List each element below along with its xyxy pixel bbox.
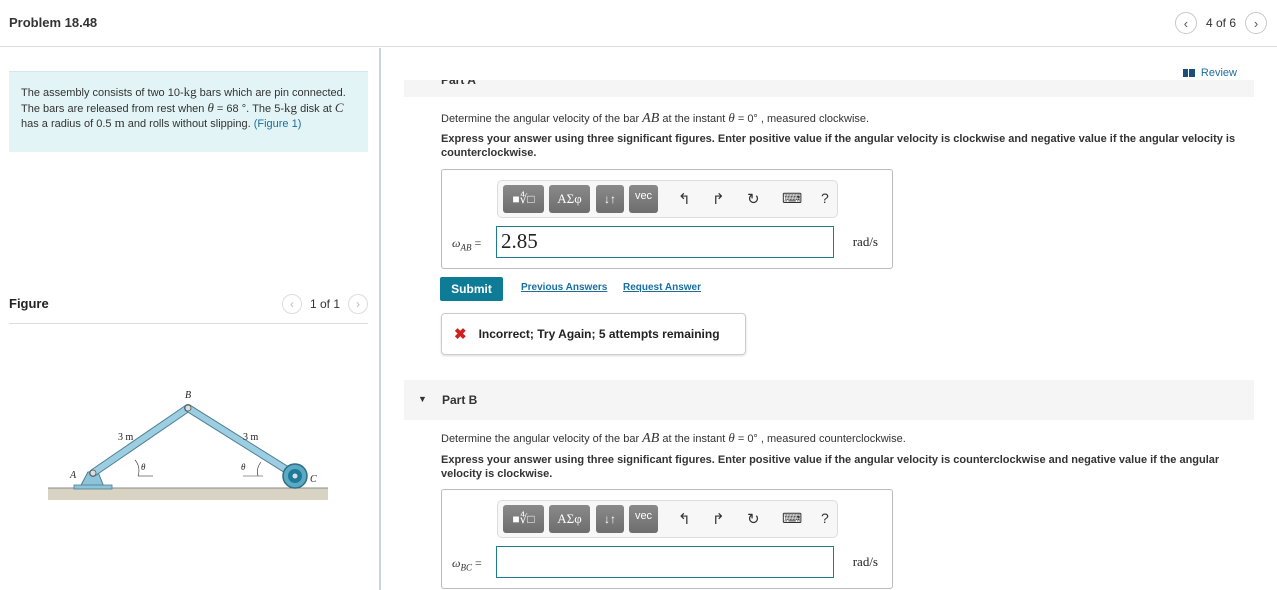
theta-arc-right (257, 461, 262, 477)
part-b-header[interactable]: ▼ Part B (404, 380, 1254, 420)
part-b-answer-box: ■∜□ ΑΣφ ↓↑ vec ↰ ↱ ↻ ⌨ ? ωBC = rad/s (441, 489, 893, 589)
part-a-answer-input[interactable]: 2.85 (496, 226, 834, 258)
label-length-bc: 3 m (243, 432, 259, 443)
part-a-header[interactable]: Part A (404, 80, 1254, 97)
feedback-message: ✖ Incorrect; Try Again; 5 attempts remai… (441, 313, 746, 355)
incorrect-x-icon: ✖ (454, 326, 467, 343)
problem-nav: ‹ 4 of 6 › (1174, 12, 1267, 34)
redo-icon[interactable]: ↱ (712, 510, 725, 528)
top-bar: Problem 18.48 ‹ 4 of 6 › (0, 0, 1277, 47)
templates-icon: ■∜□ (512, 512, 535, 526)
part-b-answer-input[interactable] (496, 546, 834, 578)
part-b-unit: rad/s (852, 554, 878, 569)
request-answer-link[interactable]: Request Answer (623, 282, 701, 293)
up-down-arrows-icon: ↓↑ (604, 512, 616, 526)
greek-symbols-button[interactable]: ΑΣφ (549, 505, 590, 533)
pin-b (184, 404, 192, 412)
label-a: A (69, 470, 77, 481)
figure-header: Figure ‹ 1 of 1 › (9, 294, 368, 324)
undo-icon[interactable]: ↰ (678, 190, 691, 208)
templates-icon: ■∜□ (512, 192, 535, 206)
vector-button[interactable]: vec (629, 185, 658, 213)
chevron-right-icon: › (1253, 15, 1259, 31)
label-c: C (310, 474, 317, 485)
label-theta-left: θ (141, 462, 146, 472)
part-b-question: Determine the angular velocity of the ba… (441, 430, 906, 446)
part-b-instructions: Express your answer using three signific… (441, 454, 1220, 480)
prev-figure-button[interactable]: ‹ (281, 294, 302, 314)
problem-counter: 4 of 6 (1205, 16, 1236, 30)
part-a-instructions: Express your answer using three signific… (441, 133, 1236, 159)
chevron-left-icon: ‹ (1183, 15, 1189, 31)
previous-answers-link[interactable]: Previous Answers (521, 282, 607, 293)
review-link[interactable]: Review (1182, 67, 1237, 79)
prev-problem-button[interactable]: ‹ (1174, 12, 1197, 34)
label-theta-right: θ (241, 462, 246, 472)
undo-icon[interactable]: ↰ (678, 510, 691, 528)
left-pane: The assembly consists of two 10-kg bars … (0, 48, 380, 590)
help-icon[interactable]: ? (821, 510, 829, 526)
math-toolbar: ■∜□ ΑΣφ ↓↑ vec ↰ ↱ ↻ ⌨ ? (497, 180, 838, 218)
problem-title: Problem 18.48 (9, 15, 98, 30)
chevron-right-icon: › (356, 297, 360, 311)
figure-image: A B C 3 m 3 m θ θ (48, 390, 328, 500)
part-a-unit: rad/s (852, 234, 878, 249)
part-b-variable-label: ωBC = (452, 556, 482, 573)
pin-a (89, 469, 97, 477)
chevron-left-icon: ‹ (289, 297, 294, 311)
book-icon (1182, 69, 1195, 77)
up-down-arrows-icon: ↓↑ (604, 192, 616, 206)
support-base (73, 484, 113, 490)
part-a-variable-label: ωAB = (452, 236, 482, 253)
redo-icon[interactable]: ↱ (712, 190, 725, 208)
figure-link[interactable]: (Figure 1) (254, 118, 302, 130)
pin-c (292, 473, 298, 479)
help-icon[interactable]: ? (821, 190, 829, 206)
keyboard-icon[interactable]: ⌨ (782, 510, 802, 527)
next-figure-button[interactable]: › (348, 294, 368, 314)
problem-statement: The assembly consists of two 10-kg bars … (9, 71, 368, 152)
part-a-question: Determine the angular velocity of the ba… (441, 110, 870, 126)
reset-icon[interactable]: ↻ (747, 190, 760, 208)
reset-icon[interactable]: ↻ (747, 510, 760, 528)
figure-title: Figure (9, 296, 49, 311)
next-problem-button[interactable]: › (1245, 12, 1267, 34)
theta-arc-left (134, 459, 140, 477)
ground (48, 488, 328, 500)
templates-button[interactable]: ■∜□ (503, 505, 544, 533)
label-length-ab: 3 m (118, 432, 134, 443)
arrows-button[interactable]: ↓↑ (596, 185, 624, 213)
submit-button[interactable]: Submit (440, 277, 503, 301)
keyboard-icon[interactable]: ⌨ (782, 190, 802, 207)
collapse-triangle-icon: ▼ (418, 394, 427, 404)
figure-counter: 1 of 1 (309, 297, 340, 311)
arrows-button[interactable]: ↓↑ (596, 505, 624, 533)
label-b: B (185, 390, 191, 401)
figure-nav: ‹ 1 of 1 › (281, 294, 368, 314)
math-toolbar: ■∜□ ΑΣφ ↓↑ vec ↰ ↱ ↻ ⌨ ? (497, 500, 838, 538)
templates-button[interactable]: ■∜□ (503, 185, 544, 213)
greek-symbols-button[interactable]: ΑΣφ (549, 185, 590, 213)
part-a-answer-box: ■∜□ ΑΣφ ↓↑ vec ↰ ↱ ↻ ⌨ ? ωAB = 2.85 rad/… (441, 169, 893, 269)
right-pane: Review Part A Determine the angular velo… (381, 48, 1277, 590)
vector-button[interactable]: vec (629, 505, 658, 533)
